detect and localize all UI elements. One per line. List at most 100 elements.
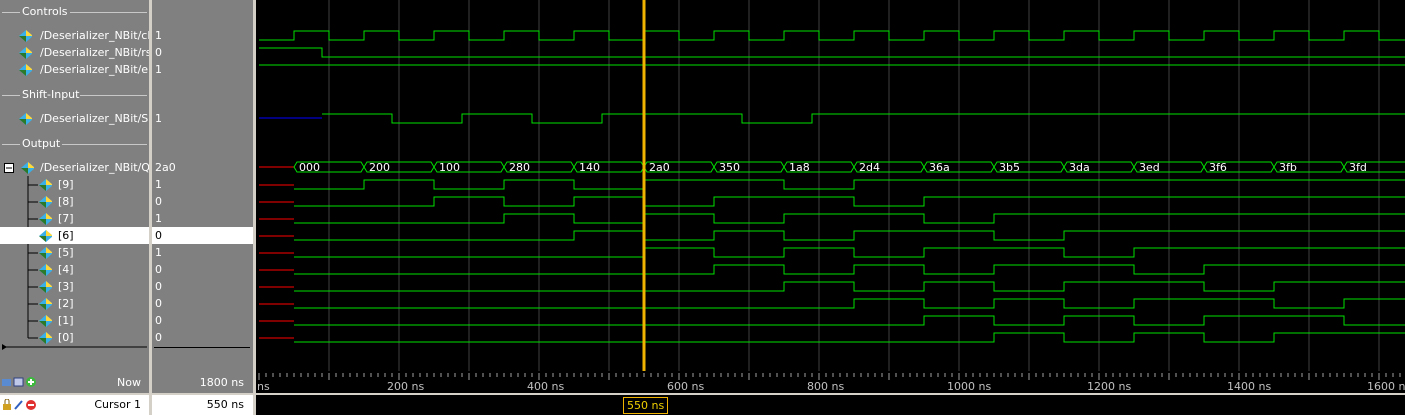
diamond-signal-icon	[19, 64, 32, 76]
signal-row-si[interactable]: /Deserializer_NBit/Si	[0, 110, 151, 127]
bit-row[interactable]: [2]	[0, 295, 149, 312]
cursor-time-box[interactable]: 550 ns	[623, 397, 669, 414]
group-shift-input[interactable]: Shift-Input	[0, 88, 149, 102]
cursor-row[interactable]: Cursor 1	[0, 395, 149, 415]
cursor-label[interactable]: Cursor 1	[94, 398, 141, 411]
bus-value-label: 2a0	[649, 161, 670, 174]
diamond-signal-icon	[39, 230, 52, 242]
bit-row[interactable]: [6]	[0, 227, 149, 244]
wave-bit-8	[294, 196, 1405, 207]
signal-names-pane: Controls /Deserializer_NBit/clk /Deseria…	[0, 0, 157, 371]
diamond-signal-icon	[19, 47, 32, 59]
ruler-label: 1600 ns	[1367, 380, 1405, 393]
bit-value: 1	[155, 212, 162, 225]
wave-clk	[259, 30, 1405, 41]
bit-row[interactable]: [1]	[0, 312, 149, 329]
bit-row[interactable]: [7]	[0, 210, 149, 227]
wave-si	[322, 113, 1405, 124]
ruler-label: 600 ns	[667, 380, 704, 393]
bus-value-label: 2d4	[859, 161, 880, 174]
now-row: Now	[0, 371, 149, 393]
bus-value-label: 350	[719, 161, 740, 174]
wave-bit-5	[294, 247, 1405, 258]
value-rst: 0	[155, 46, 162, 59]
wave-bit-2	[294, 298, 1405, 309]
time-ruler[interactable]: ns 200 ns 400 ns 600 ns 800 ns 1000 ns 1200 ns…	[256, 371, 1405, 393]
bus-value-label: 3f6	[1209, 161, 1227, 174]
now-value: 1800 ns	[199, 376, 244, 389]
bit-row[interactable]: [5]	[0, 244, 149, 261]
bit-name: [8]	[58, 195, 74, 208]
signal-row-rst[interactable]: /Deserializer_NBit/rst	[0, 44, 156, 61]
bit-name: [2]	[58, 297, 74, 310]
cursor-toolbar-icons	[3, 399, 36, 410]
waveform-pane[interactable]: 000 200 100 280 140 2a0 350 1a8 2d4 36a 3b5 3da 3ed 3…	[256, 0, 1405, 371]
bit-name: [1]	[58, 314, 74, 327]
bit-value: 0	[155, 331, 162, 344]
lock-icon	[3, 404, 11, 410]
value-clk: 1	[155, 29, 162, 42]
group-output-label: Output	[22, 137, 61, 150]
signal-name-rst: /Deserializer_NBit/rst	[40, 46, 156, 59]
bit-row[interactable]: [8]	[0, 193, 149, 210]
signal-row-clk[interactable]: /Deserializer_NBit/clk	[0, 27, 157, 44]
bit-value: 1	[155, 246, 162, 259]
group-controls[interactable]: Controls	[0, 5, 149, 19]
diamond-signal-icon	[39, 247, 52, 259]
bus-value-label: 1a8	[789, 161, 810, 174]
ruler-label: ns	[257, 380, 270, 393]
bus-value-label: 3b5	[999, 161, 1020, 174]
cursor-value-cell: 550 ns	[152, 395, 253, 415]
cursor-value: 550 ns	[206, 398, 244, 411]
bit-row[interactable]: [3]	[0, 278, 149, 295]
wave-bit-1	[294, 315, 1405, 326]
bit-value: 0	[152, 227, 253, 244]
diamond-signal-icon	[19, 113, 32, 125]
waveform-canvas[interactable]: 000 200 100 280 140 2a0 350 1a8 2d4 36a 3b5 3da 3ed 3…	[256, 0, 1405, 371]
bit-name: [7]	[58, 212, 74, 225]
zoom-icon	[2, 379, 11, 386]
bit-name: [6]	[58, 229, 74, 242]
wave-bit-7	[294, 213, 1405, 224]
diamond-signal-icon	[39, 315, 52, 327]
signal-values-pane: 1 0 1 1 2a0 1 0 1 0 1 0 0 0 0 0	[152, 0, 253, 371]
bit-row[interactable]: [4]	[0, 261, 149, 278]
diamond-signal-icon	[39, 298, 52, 310]
bit-value: 0	[155, 263, 162, 276]
bit-value: 1	[155, 178, 162, 191]
bit-value: 0	[155, 297, 162, 310]
ruler-label: 200 ns	[387, 380, 424, 393]
minus-box-icon[interactable]	[4, 163, 14, 173]
group-shift-input-label: Shift-Input	[22, 88, 80, 101]
pencil-icon	[14, 400, 23, 410]
group-output[interactable]: Output	[0, 137, 149, 151]
diamond-signal-icon	[39, 281, 52, 293]
edit-icon	[13, 377, 24, 387]
bus-value-label: 200	[369, 161, 390, 174]
ruler-label: 400 ns	[527, 380, 564, 393]
bus-value-label: 100	[439, 161, 460, 174]
bit-row[interactable]: [9]	[0, 176, 149, 193]
signal-row-q[interactable]: /Deserializer_NBit/Q	[0, 159, 150, 176]
wave-rst	[259, 47, 1405, 58]
diamond-signal-icon	[39, 332, 52, 344]
bit-value: 0	[155, 314, 162, 327]
diamond-signal-icon	[39, 179, 52, 191]
diamond-signal-icon	[39, 213, 52, 225]
bus-value-label: 3fd	[1349, 161, 1367, 174]
ruler-label: 1400 ns	[1227, 380, 1271, 393]
bus-value-label: 140	[579, 161, 600, 174]
bit-row[interactable]: [0]	[0, 329, 149, 346]
wave-bit-3	[294, 281, 1405, 292]
cursor-bar[interactable]: 550 ns	[256, 395, 1405, 415]
value-q: 2a0	[155, 161, 176, 174]
diamond-signal-icon	[19, 30, 32, 42]
bus-value-label: 36a	[929, 161, 950, 174]
bit-name: [3]	[58, 280, 74, 293]
bus-value-label: 280	[509, 161, 530, 174]
value-si: 1	[155, 112, 162, 125]
signal-row-en[interactable]: /Deserializer_NBit/en	[0, 61, 155, 78]
ruler-ticks: ns 200 ns 400 ns 600 ns 800 ns 1000 ns 1200 ns…	[257, 373, 1405, 393]
diamond-signal-icon	[39, 264, 52, 276]
bus-value-label: 3ed	[1139, 161, 1160, 174]
